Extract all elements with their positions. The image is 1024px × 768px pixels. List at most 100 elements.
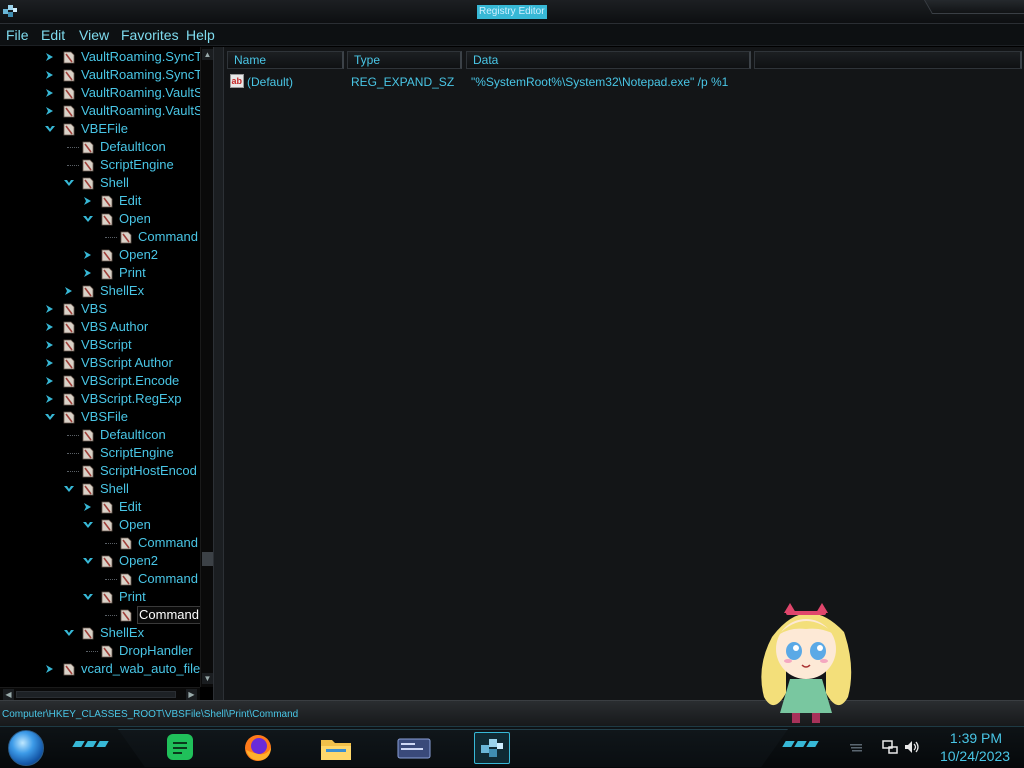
tree-expand-icon[interactable]	[82, 268, 94, 278]
tree-expand-icon[interactable]	[44, 322, 56, 332]
clock-date[interactable]: 10/24/2023	[930, 748, 1020, 764]
tree-node[interactable]: ScriptEngine	[82, 156, 174, 174]
values-list[interactable]: Name Type Data ab (Default) REG_EXPAND_S…	[224, 47, 1024, 700]
tree-node[interactable]: Edit	[101, 192, 141, 210]
scroll-right-icon[interactable]: ▶	[186, 689, 197, 700]
registry-app-icon[interactable]	[2, 3, 18, 19]
tree-viewport[interactable]: VaultRoaming.SyncT VaultRoaming.SyncT Vaul…	[0, 47, 200, 687]
tree-node[interactable]: VBSFile	[63, 408, 128, 426]
clock-time[interactable]: 1:39 PM	[936, 730, 1016, 746]
taskbar-file-explorer[interactable]	[318, 732, 354, 764]
tree-expand-icon[interactable]	[82, 502, 94, 512]
value-type-cell[interactable]: REG_EXPAND_SZ	[351, 74, 454, 90]
tree-collapse-icon[interactable]	[82, 520, 94, 530]
tree-vertical-scrollbar[interactable]: ▲ ▼	[200, 47, 213, 687]
tree-expand-icon[interactable]	[44, 394, 56, 404]
tree-node[interactable]: Command	[120, 534, 198, 552]
show-hidden-icons-icon[interactable]	[848, 739, 864, 755]
registry-tree[interactable]: VaultRoaming.SyncT VaultRoaming.SyncT Vaul…	[0, 47, 213, 700]
value-data-cell[interactable]: "%SystemRoot%\System32\Notepad.exe" /p %…	[471, 74, 728, 90]
value-name-cell[interactable]: (Default)	[247, 74, 293, 90]
taskbar-registry-editor[interactable]	[474, 732, 510, 764]
tree-node[interactable]: Open	[101, 210, 151, 228]
tree-node[interactable]: Print	[101, 264, 146, 282]
tree-hscroll-thumb[interactable]	[16, 691, 176, 698]
tree-collapse-icon[interactable]	[63, 178, 75, 188]
tree-horizontal-scrollbar[interactable]: ◀ ▶	[0, 687, 200, 700]
tree-collapse-icon[interactable]	[82, 214, 94, 224]
tree-node[interactable]: VBScript	[63, 336, 132, 354]
tree-node[interactable]: Command	[120, 606, 200, 624]
tree-node[interactable]: VaultRoaming.SyncT	[63, 66, 200, 84]
tree-node[interactable]: VaultRoaming.SyncT	[63, 48, 200, 66]
tree-node-label: DropHandler	[119, 643, 193, 658]
volume-icon[interactable]	[904, 739, 920, 755]
tree-node[interactable]: DefaultIcon	[82, 426, 166, 444]
tree-node[interactable]: ShellEx	[82, 624, 144, 642]
tree-node[interactable]: DefaultIcon	[82, 138, 166, 156]
tree-collapse-icon[interactable]	[82, 592, 94, 602]
taskbar-control-panel[interactable]	[396, 732, 432, 764]
tree-node[interactable]: Command	[120, 228, 198, 246]
menu-help[interactable]: Help	[186, 27, 215, 43]
tree-expand-icon[interactable]	[44, 376, 56, 386]
tree-node[interactable]: Shell	[82, 174, 129, 192]
tree-expand-icon[interactable]	[44, 664, 56, 674]
scroll-left-icon[interactable]: ◀	[3, 689, 14, 700]
tree-node[interactable]: VaultRoaming.VaultS	[63, 102, 200, 120]
column-header-name[interactable]: Name	[227, 51, 344, 69]
taskbar-firefox[interactable]	[240, 732, 276, 764]
tree-expand-icon[interactable]	[82, 250, 94, 260]
tree-node[interactable]: VBScript Author	[63, 354, 173, 372]
tree-node[interactable]: Command	[120, 570, 198, 588]
tree-collapse-icon[interactable]	[63, 628, 75, 638]
tree-node[interactable]: VBScript.Encode	[63, 372, 179, 390]
network-icon[interactable]	[882, 739, 898, 755]
tree-collapse-icon[interactable]	[63, 484, 75, 494]
tree-node[interactable]: ShellEx	[82, 282, 144, 300]
tree-node[interactable]: ScriptEngine	[82, 444, 174, 462]
tree-expand-icon[interactable]	[63, 286, 75, 296]
scroll-up-icon[interactable]: ▲	[202, 49, 213, 60]
tree-expand-icon[interactable]	[44, 70, 56, 80]
tree-node[interactable]: Print	[101, 588, 146, 606]
tree-expand-icon[interactable]	[44, 52, 56, 62]
menu-edit[interactable]: Edit	[41, 27, 65, 43]
taskbar-notes-app[interactable]	[162, 732, 198, 764]
tree-expand-icon[interactable]	[44, 304, 56, 314]
scroll-down-icon[interactable]: ▼	[202, 673, 213, 684]
pane-splitter[interactable]	[213, 47, 224, 700]
tree-node[interactable]: Open2	[101, 246, 158, 264]
window-controls[interactable]	[924, 0, 1024, 14]
tree-node[interactable]: DropHandler	[101, 642, 193, 660]
column-header-type[interactable]: Type	[347, 51, 462, 69]
tree-collapse-icon[interactable]	[82, 556, 94, 566]
tree-node[interactable]: vcard_wab_auto_file	[63, 660, 200, 678]
tree-node[interactable]: Open2	[101, 552, 158, 570]
tree-node[interactable]: VBS Author	[63, 318, 148, 336]
tree-scroll-thumb[interactable]	[202, 552, 213, 566]
title-bar[interactable]: Registry Editor	[0, 0, 1024, 24]
tree-node[interactable]: VBScript.RegExp	[63, 390, 181, 408]
tree-guide-line	[67, 165, 79, 166]
tree-node[interactable]: Open	[101, 516, 151, 534]
tree-node[interactable]: Shell	[82, 480, 129, 498]
tree-node[interactable]: VBS	[63, 300, 107, 318]
tree-node[interactable]: VaultRoaming.VaultS	[63, 84, 200, 102]
tree-node[interactable]: ScriptHostEncod	[82, 462, 197, 480]
start-button[interactable]	[8, 730, 44, 766]
tree-expand-icon[interactable]	[44, 340, 56, 350]
tree-expand-icon[interactable]	[44, 88, 56, 98]
tree-node[interactable]: VBEFile	[63, 120, 128, 138]
tree-expand-icon[interactable]	[44, 358, 56, 368]
menu-file[interactable]: File	[6, 27, 29, 43]
tree-collapse-icon[interactable]	[44, 124, 56, 134]
tree-collapse-icon[interactable]	[44, 412, 56, 422]
menu-favorites[interactable]: Favorites	[121, 27, 179, 43]
tree-node[interactable]: Edit	[101, 498, 141, 516]
tree-expand-icon[interactable]	[44, 106, 56, 116]
tree-expand-icon[interactable]	[82, 196, 94, 206]
registry-key-icon	[120, 609, 132, 621]
menu-view[interactable]: View	[79, 27, 109, 43]
column-header-data[interactable]: Data	[466, 51, 751, 69]
